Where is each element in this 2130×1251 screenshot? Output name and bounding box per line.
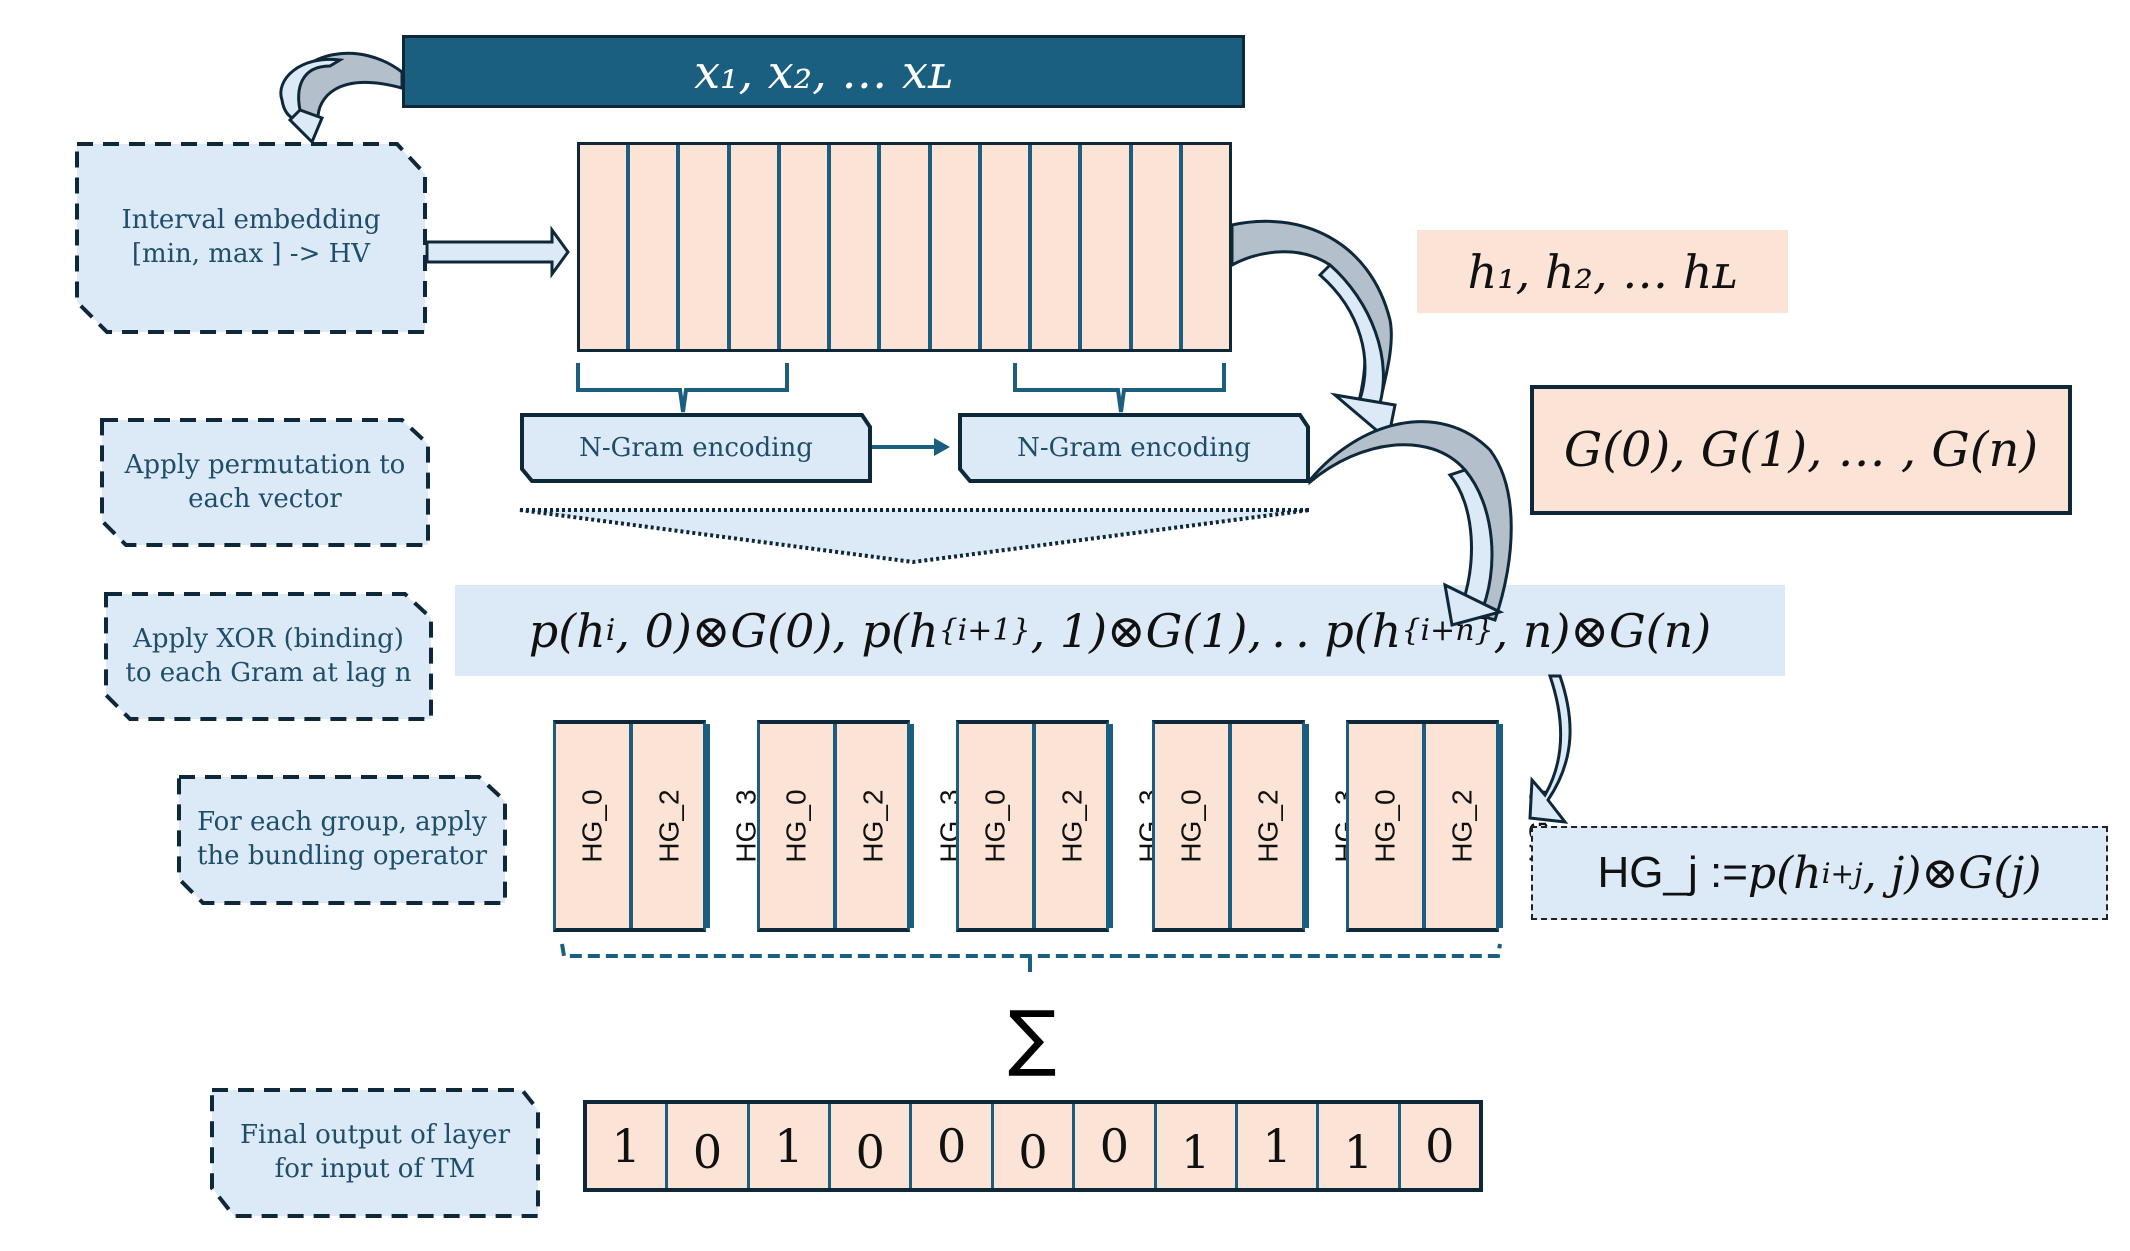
hg-cell: HG_0 [1349,724,1427,928]
hg-cell: HG_0 [1155,724,1233,928]
formula-subscript: {i+n} [1401,613,1494,648]
hg-group: HG_0HG_2HG_3 [553,720,762,932]
interval-embedding-note: Interval embedding [min, max ] -> HV [75,142,427,334]
hypervector-cell [1082,145,1133,349]
curved-arrow-icon [279,51,404,145]
hg-definition-box: HG_j := p(h i+j, j)⊗G(j) [1531,826,2108,920]
interval-line1: Interval embedding [121,205,381,236]
output-bit: 0 [912,1104,994,1188]
g-sequence-label: G(0), G(1), … , G(n) [1563,422,2039,478]
xor-line2: to each Gram at lag n [125,657,412,688]
output-bit: 1 [750,1104,832,1188]
final-line1: Final output of layer [240,1120,510,1151]
output-bit-vector: 10100001110 [583,1100,1483,1192]
formula-text: , n)⊗G(n) [1493,603,1712,658]
ngram-encoding-box: N-Gram encoding [958,413,1310,483]
hg-definition-subscript: i+j [1821,856,1863,890]
hypervector-cell [1032,145,1083,349]
h-sequence-box: h₁, h₂, … hʟ [1417,230,1788,313]
hg-cell-label: HG_2 [857,789,889,863]
output-bit: 0 [1425,1119,1455,1173]
input-sequence-label: x₁, x₂, … xʟ [694,44,953,99]
hg-definition-eq: , j)⊗G(j) [1862,847,2042,899]
hg-cell-label: HG_0 [576,789,608,863]
arrow-right-icon [872,438,950,456]
bundling-line2: the bundling operator [196,841,488,871]
permutation-line2: each vector [188,483,342,514]
hypervector-cell [1133,145,1183,349]
permutation-line1: Apply permutation to [124,449,406,480]
output-bit: 1 [1238,1104,1320,1188]
hg-cell: HG_2 [1232,724,1310,928]
hg-cell-label: HG_0 [1175,789,1207,863]
hypervector-cell [731,145,781,349]
output-bit: 0 [994,1104,1076,1188]
hg-cell-label: HG_0 [1369,789,1401,863]
curved-arrow-icon [1230,219,1397,443]
hypervector-cell [781,145,832,349]
hypervector-cell [831,145,882,349]
ngram-label: N-Gram encoding [579,433,813,463]
hg-group: HG_0HG_2HG_3 [956,720,1165,932]
hypervector-cell [932,145,982,349]
bundling-note: For each group, apply the bundling operat… [177,775,507,905]
hypervector [577,142,1232,352]
formula-subscript: i [605,613,616,648]
hg-cell-label: HG_2 [1446,789,1478,863]
ngram-label: N-Gram encoding [1017,433,1251,463]
permutation-note: Apply permutation to each vector [100,418,430,547]
output-bit: 0 [668,1104,750,1188]
hg-cell-label: HG_2 [653,789,685,863]
formula-text: , 1)⊗G(1), . . p(h [1030,603,1402,658]
output-bit: 1 [1319,1104,1401,1188]
dotted-funnel [519,508,1311,565]
formula-text: , 0)⊗G(0), p(h [615,603,939,658]
ngram-encoding-box: N-Gram encoding [520,413,872,483]
h-sequence-label: h₁, h₂, … hʟ [1467,244,1738,299]
g-sequence-box: G(0), G(1), … , G(n) [1530,385,2072,515]
hg-definition-eq: p(h [1747,847,1822,899]
binding-formula: p(h i, 0)⊗G(0), p(h {i+1}, 1)⊗G(1), . . p(… [455,585,1785,676]
hypervector-cell [881,145,932,349]
hg-cell-label: HG_0 [979,789,1011,863]
xor-line1: Apply XOR (binding) [133,623,404,654]
interval-line2: [min, max ] -> HV [131,239,371,269]
output-bit: 1 [1157,1104,1238,1188]
output-bit: 1 [587,1104,669,1188]
sum-symbol: ∑ [1008,995,1057,1079]
brace-right [1013,363,1226,413]
hg-cell: HG_2 [1426,724,1504,928]
hg-cell-label: HG_2 [1252,789,1284,863]
final-output-note: Final output of layer for input of TM [210,1088,540,1218]
output-bit: 0 [831,1104,913,1188]
bundling-line1: For each group, apply [197,807,487,838]
input-sequence-bar: x₁, x₂, … xʟ [402,35,1245,108]
output-bit: 0 [1075,1104,1157,1188]
hypervector-cell [630,145,681,349]
hg-cell: HG_2 [633,724,711,928]
brace-left [576,363,789,413]
hg-cell-label: HG_0 [780,789,812,863]
formula-subscript: {i+1} [938,613,1031,648]
hg-cell: HG_2 [1036,724,1114,928]
formula-text: p(h [528,603,606,658]
hg-definition-label: HG_j := [1597,848,1748,897]
hg-cell: HG_0 [760,724,838,928]
block-arrow-right-icon [425,225,570,279]
hg-cell: HG_0 [556,724,634,928]
hg-group: HG_0HG_2HG_3 [1152,720,1361,932]
hypervector-cell [680,145,731,349]
hypervector-cell [1183,145,1229,349]
hg-cell: HG_2 [837,724,915,928]
hg-group: HG_0HG_2HG_3 [1346,720,1555,932]
final-line2: for input of TM [274,1154,476,1184]
hypervector-cell [982,145,1033,349]
dashed-brace [560,943,1502,972]
hg-cell: HG_0 [959,724,1037,928]
hypervector-cell [580,145,631,349]
xor-binding-note: Apply XOR (binding) to each Gram at lag n [104,592,433,721]
hg-group: HG_0HG_2HG_3 [757,720,966,932]
hg-cell-label: HG_2 [1056,789,1088,863]
